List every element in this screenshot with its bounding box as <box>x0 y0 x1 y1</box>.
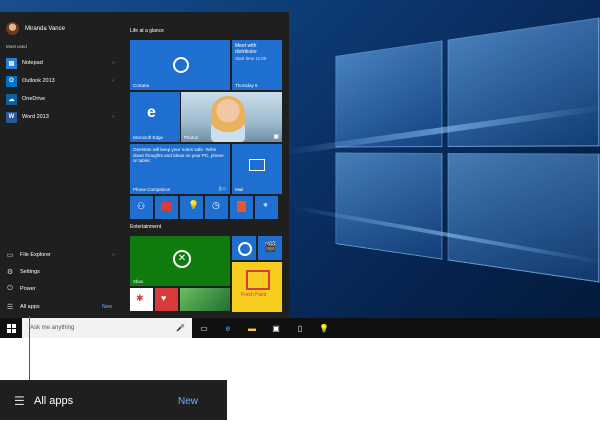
tile-microsoft-edge[interactable]: e Microsoft Edge <box>130 92 180 142</box>
phone-icon: ▯▭ <box>218 186 226 192</box>
submenu-arrow-icon[interactable]: › <box>112 78 114 84</box>
onedrive-icon: ☁ <box>6 93 17 105</box>
tile-xbox[interactable]: ✕ Xbox <box>130 236 230 286</box>
office-icon <box>237 201 246 212</box>
tile-calendar[interactable]: Meet with distributor Start time 11:00 T… <box>232 40 282 90</box>
settings-item[interactable]: ⚙ Settings <box>6 265 118 279</box>
app-word[interactable]: W Word 2013 › <box>6 110 118 124</box>
store-icon[interactable]: ▣ <box>270 322 282 334</box>
search-box[interactable]: Ask me anything 🎤 <box>22 318 192 338</box>
new-badge: New <box>178 396 199 407</box>
app-onedrive[interactable]: ☁ OneDrive <box>6 92 118 106</box>
windows-icon <box>6 323 16 333</box>
life-at-a-glance-label: Life at a glance <box>130 28 164 34</box>
tile-maps[interactable]: ⌖ <box>255 196 278 219</box>
tile-movies-tv[interactable]: 🎬 <box>258 236 282 260</box>
edge-taskbar-icon[interactable]: e <box>222 322 234 334</box>
start-menu: Miranda Vance Most used ▤ Notepad › O Ou… <box>0 12 289 318</box>
user-name: Miranda Vance <box>25 25 65 32</box>
tile-cortana[interactable]: Cortana <box>130 40 230 90</box>
film-icon: 🎬 <box>264 242 277 253</box>
tile-fresh-paint[interactable]: Fresh Paint <box>232 262 282 312</box>
tile-game[interactable] <box>180 288 230 311</box>
fresh-paint-label: Fresh Paint <box>241 292 267 298</box>
calendar-time: Start time 11:00 <box>235 56 267 61</box>
onenote-promo-text: OneNote will keep your notes safe. Write… <box>133 147 224 164</box>
user-account[interactable]: Miranda Vance <box>6 22 65 35</box>
tile-news[interactable] <box>155 196 178 219</box>
photo-person <box>211 96 245 142</box>
tile-phone-companion[interactable]: OneNote will keep your notes safe. Write… <box>130 144 230 194</box>
easel-icon <box>246 270 270 290</box>
tile-people[interactable]: ⚇ <box>130 196 153 219</box>
tile-iheart[interactable]: ♥ <box>155 288 178 311</box>
notepad-icon: ▤ <box>6 57 17 69</box>
outlook-icon: O <box>6 75 17 87</box>
iheart-icon: ♥ <box>161 293 167 303</box>
callout-line <box>29 316 30 380</box>
cortana-icon <box>173 57 189 73</box>
app-outlook[interactable]: O Outlook 2013 › <box>6 74 118 88</box>
people-icon: ⚇ <box>137 201 146 211</box>
tile-groove-music[interactable] <box>232 236 256 260</box>
all-apps-label: All apps <box>34 395 74 407</box>
calendar-event: Meet with distributor <box>235 43 257 55</box>
tile-app-1[interactable]: ✱ <box>130 288 153 311</box>
file-explorer-item[interactable]: ▭ File Explorer › <box>6 248 118 262</box>
task-view-icon[interactable]: ▭ <box>198 322 210 334</box>
app-notepad[interactable]: ▤ Notepad › <box>6 56 118 70</box>
clock-icon: ◷ <box>212 200 220 210</box>
start-left-pane: Miranda Vance Most used ▤ Notepad › O Ou… <box>0 12 124 318</box>
xbox-icon: ✕ <box>173 250 191 268</box>
list-icon: ☰ <box>6 304 14 311</box>
submenu-arrow-icon[interactable]: › <box>112 114 114 120</box>
tiles-pane: Life at a glance Cortana Meet with distr… <box>124 12 289 318</box>
all-apps-item[interactable]: ☰ All apps New <box>6 300 118 314</box>
tile-photos[interactable]: Photos ▣ <box>181 92 282 142</box>
avatar <box>6 22 19 35</box>
all-apps-callout[interactable]: ☰ All apps New <box>0 380 227 420</box>
photos-icon: ▣ <box>273 134 279 140</box>
tile-office[interactable] <box>230 196 253 219</box>
gear-icon: ⚙ <box>6 269 14 276</box>
new-badge: New <box>101 304 112 310</box>
app-logo-icon: ✱ <box>136 293 144 303</box>
power-item[interactable]: ⏻ Power <box>6 282 118 296</box>
search-placeholder: Ask me anything <box>30 325 75 331</box>
tile-alarms[interactable]: ◷ <box>205 196 228 219</box>
list-icon: ☰ <box>14 394 25 408</box>
tips-taskbar-icon[interactable]: 💡 <box>318 322 330 334</box>
taskbar: Ask me anything 🎤 ▭ e ▬ ▣ ▯ 💡 <box>0 318 600 338</box>
file-explorer-taskbar-icon[interactable]: ▬ <box>246 322 258 334</box>
submenu-arrow-icon[interactable]: › <box>112 60 114 66</box>
submenu-arrow-icon[interactable]: › <box>112 252 114 258</box>
lightbulb-icon: 💡 <box>188 200 200 210</box>
power-icon: ⏻ <box>7 285 13 292</box>
folder-icon: ▭ <box>6 252 14 259</box>
microphone-icon[interactable]: 🎤 <box>176 324 185 332</box>
start-button[interactable] <box>0 318 22 338</box>
music-disc-icon <box>238 242 252 256</box>
news-icon <box>161 202 172 211</box>
windows-logo-wallpaper <box>335 17 600 283</box>
mail-icon <box>249 159 265 171</box>
entertainment-label: Entertainment <box>130 224 162 230</box>
tile-tips[interactable]: 💡 <box>180 196 203 219</box>
most-used-label: Most used <box>6 44 27 49</box>
map-pin-icon: ⌖ <box>263 200 269 210</box>
tile-mail[interactable]: Mail <box>232 144 282 194</box>
word-icon: W <box>6 111 17 123</box>
edge-icon: e <box>147 104 156 121</box>
phone-companion-taskbar-icon[interactable]: ▯ <box>294 322 306 334</box>
